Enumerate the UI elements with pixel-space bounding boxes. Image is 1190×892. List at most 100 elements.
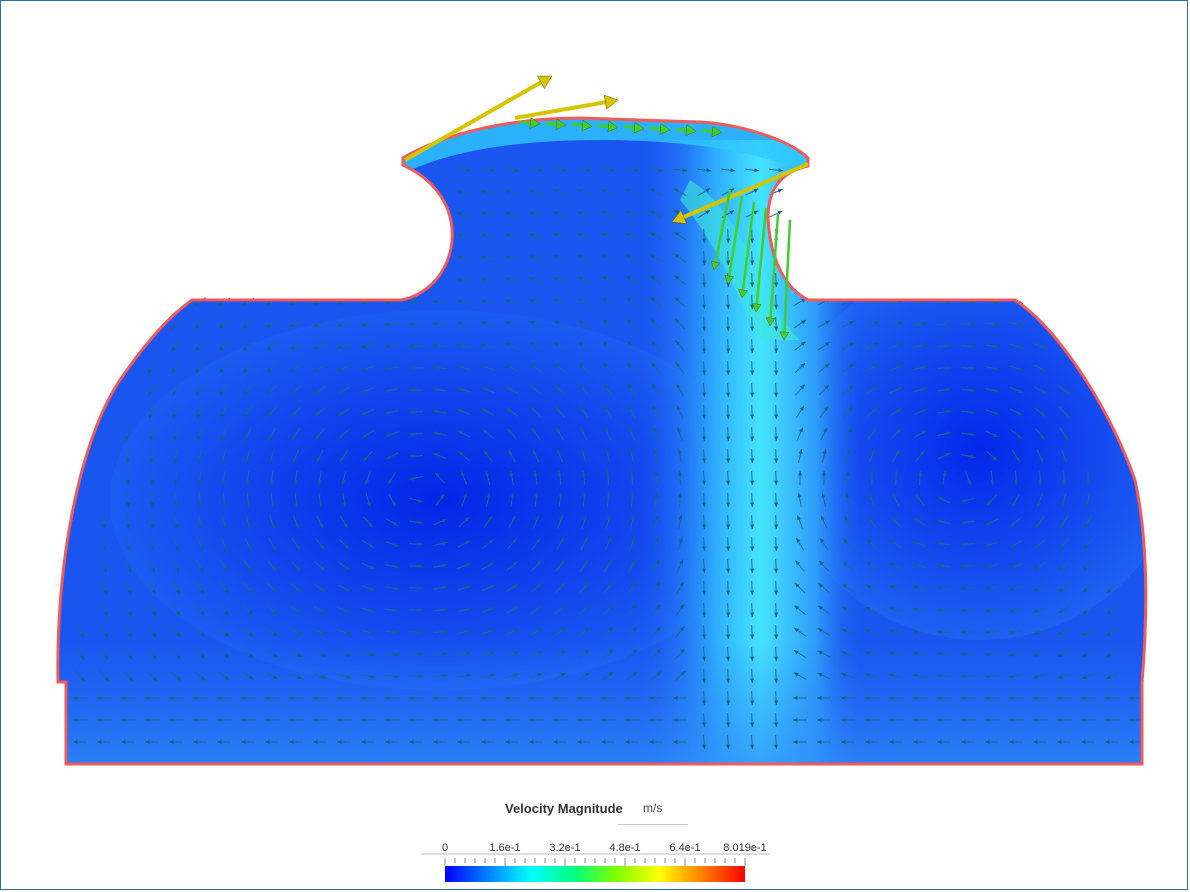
velocity-vector xyxy=(726,690,731,706)
velocity-vector xyxy=(726,734,731,750)
velocity-vector xyxy=(750,558,755,574)
velocity-vector xyxy=(750,382,755,398)
velocity-vector xyxy=(774,690,779,706)
velocity-vector xyxy=(774,580,779,596)
velocity-vector xyxy=(702,382,707,398)
velocity-vector xyxy=(702,514,707,530)
velocity-vector xyxy=(702,448,707,464)
velocity-vector xyxy=(726,316,731,332)
fluid-domain xyxy=(57,118,1146,764)
velocity-vector xyxy=(750,360,755,376)
velocity-vector xyxy=(726,580,731,596)
velocity-vector xyxy=(726,228,731,244)
velocity-vector xyxy=(702,624,707,640)
velocity-vector xyxy=(750,294,755,310)
velocity-vector xyxy=(750,404,755,420)
velocity-vector xyxy=(750,272,755,288)
velocity-vector xyxy=(774,338,779,354)
velocity-vector xyxy=(702,294,707,310)
velocity-vector xyxy=(774,382,779,398)
velocity-vector xyxy=(726,404,731,420)
velocity-vector xyxy=(750,602,755,618)
high-velocity-arrowhead xyxy=(603,94,619,110)
velocity-vector xyxy=(702,690,707,706)
velocity-vector xyxy=(726,382,731,398)
velocity-vector xyxy=(726,624,731,640)
velocity-vector xyxy=(750,448,755,464)
velocity-field-plot xyxy=(56,75,1148,766)
velocity-vector xyxy=(750,536,755,552)
velocity-vector xyxy=(726,514,731,530)
high-velocity-vector xyxy=(514,100,606,120)
velocity-vector xyxy=(774,646,779,662)
legend-unit-selector[interactable]: m/s xyxy=(643,801,662,815)
velocity-vector xyxy=(750,734,755,750)
velocity-vector xyxy=(702,228,707,244)
velocity-vector xyxy=(702,272,707,288)
velocity-vector xyxy=(750,228,755,244)
velocity-vector xyxy=(774,734,779,750)
velocity-vector xyxy=(702,580,707,596)
legend-tick-label: 4.8e-1 xyxy=(609,842,641,854)
velocity-vector xyxy=(960,608,976,613)
velocity-vector xyxy=(702,360,707,376)
velocity-vector xyxy=(774,514,779,530)
velocity-vector xyxy=(750,338,755,354)
velocity-vector xyxy=(960,586,976,591)
velocity-vector xyxy=(750,580,755,596)
velocity-vector xyxy=(750,514,755,530)
velocity-vector xyxy=(726,602,731,618)
velocity-vector xyxy=(774,668,779,684)
velocity-vector xyxy=(769,210,783,218)
high-velocity-vector xyxy=(701,128,713,133)
velocity-vector xyxy=(726,448,731,464)
legend-tick-label: 0 xyxy=(441,842,449,854)
velocity-vector xyxy=(726,426,731,442)
velocity-vector xyxy=(750,316,755,332)
velocity-vector xyxy=(726,536,731,552)
velocity-vector xyxy=(702,470,707,486)
velocity-vector xyxy=(960,344,976,349)
velocity-vector xyxy=(702,404,707,420)
velocity-vector xyxy=(726,646,731,662)
velocity-vector xyxy=(750,250,755,266)
velocity-vector xyxy=(774,294,779,310)
velocity-vector xyxy=(726,360,731,376)
velocity-vector xyxy=(750,712,755,728)
velocity-vector xyxy=(1038,470,1043,486)
high-velocity-vector xyxy=(675,127,687,132)
unit-underline xyxy=(618,824,688,825)
velocity-vector xyxy=(774,316,779,332)
velocity-vector xyxy=(726,470,731,486)
velocity-vector xyxy=(774,448,779,464)
high-velocity-vector xyxy=(623,125,635,130)
legend-tick-label: 3.2e-1 xyxy=(549,842,581,854)
velocity-vector xyxy=(702,712,707,728)
velocity-vector xyxy=(750,426,755,442)
velocity-vector xyxy=(774,272,779,288)
velocity-vector xyxy=(702,558,707,574)
velocity-vector xyxy=(702,316,707,332)
velocity-vector xyxy=(774,536,779,552)
velocity-vector xyxy=(702,492,707,508)
velocity-vector xyxy=(774,360,779,376)
legend-title: Velocity Magnitude xyxy=(505,801,623,816)
velocity-vector xyxy=(702,646,707,662)
velocity-vector xyxy=(702,250,707,266)
velocity-vector xyxy=(774,426,779,442)
velocity-vector xyxy=(774,492,779,508)
velocity-vector xyxy=(774,558,779,574)
velocity-vector xyxy=(726,294,731,310)
velocity-vector xyxy=(960,366,976,371)
velocity-vector xyxy=(894,470,899,486)
velocity-vector xyxy=(750,624,755,640)
velocity-vector xyxy=(702,536,707,552)
velocity-vector xyxy=(702,426,707,442)
high-velocity-vector xyxy=(519,120,531,125)
velocity-vector xyxy=(774,624,779,640)
velocity-vector xyxy=(726,558,731,574)
velocity-vector xyxy=(702,734,707,750)
velocity-vector xyxy=(702,338,707,354)
velocity-vector xyxy=(702,602,707,618)
velocity-vector xyxy=(774,470,779,486)
